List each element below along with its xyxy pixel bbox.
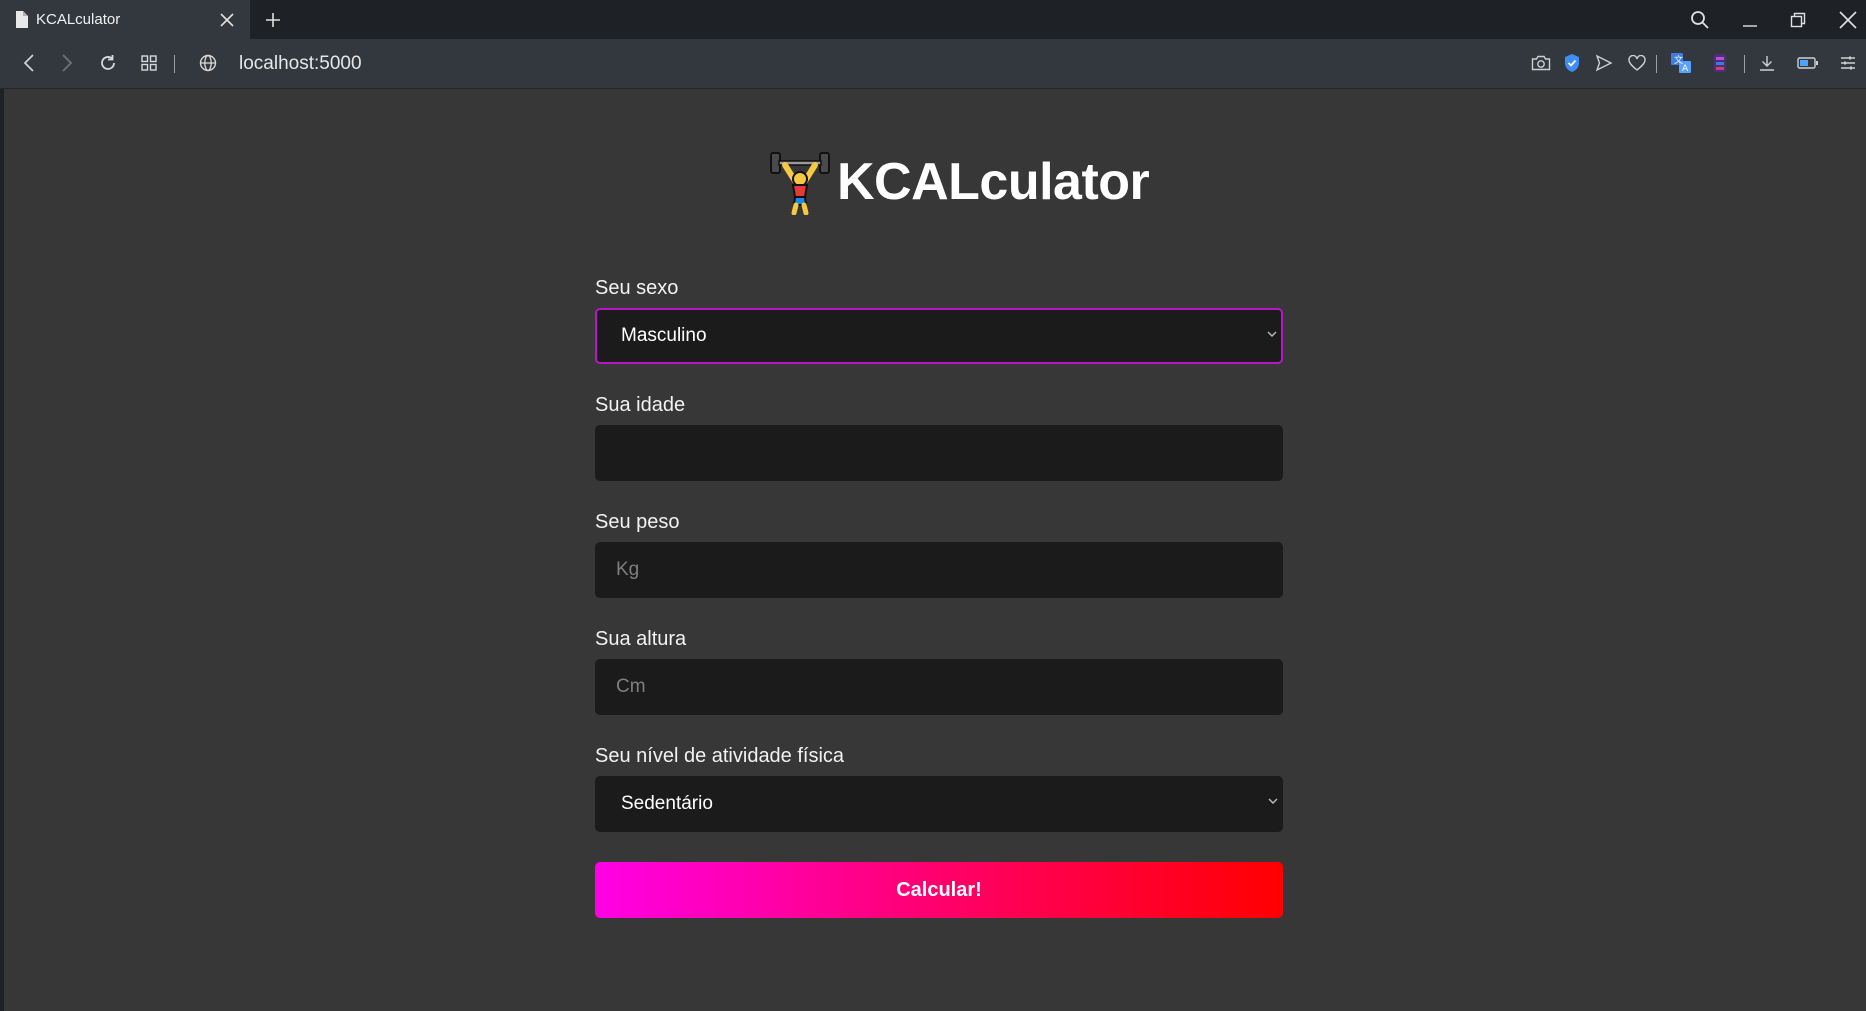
new-tab-icon[interactable]	[258, 5, 288, 35]
browser-tab-bar: KCALculator	[0, 0, 1866, 39]
activity-label: Seu nível de atividade física	[595, 745, 845, 767]
address-bar[interactable]: localhost:5000	[239, 53, 362, 75]
sex-label: Seu sexo	[595, 277, 679, 299]
search-tabs-icon[interactable]	[1677, 0, 1723, 39]
heart-icon[interactable]	[1622, 48, 1652, 78]
weight-label: Seu peso	[595, 511, 680, 533]
minimize-icon[interactable]	[1727, 0, 1773, 39]
svg-text:A: A	[1682, 64, 1689, 74]
toolbar-divider	[174, 55, 175, 73]
height-placeholder: Cm	[616, 676, 646, 697]
chevron-down-icon	[1267, 331, 1277, 337]
browser-toolbar: localhost:5000 文A	[0, 39, 1866, 89]
translate-icon[interactable]: 文A	[1666, 48, 1696, 78]
vpn-shield-icon[interactable]	[1557, 48, 1587, 78]
weight-placeholder: Kg	[616, 559, 640, 580]
page-icon	[15, 11, 28, 28]
kcal-form: Seu sexo Masculino Sua idade Seu peso Kg…	[595, 277, 1283, 918]
close-tab-icon[interactable]	[212, 5, 242, 35]
download-icon[interactable]	[1752, 48, 1782, 78]
calculate-button[interactable]: Calcular!	[595, 862, 1283, 918]
easy-setup-icon[interactable]	[1833, 48, 1863, 78]
extension-icon[interactable]	[1705, 48, 1735, 78]
weight-input[interactable]: Kg	[595, 542, 1283, 598]
sex-selected-value: Masculino	[621, 325, 707, 346]
toolbar-divider	[1656, 55, 1657, 73]
forward-icon[interactable]	[52, 48, 82, 78]
height-input[interactable]: Cm	[595, 659, 1283, 715]
restore-icon[interactable]	[1775, 0, 1821, 39]
height-label: Sua altura	[595, 628, 687, 650]
sex-select[interactable]: Masculino	[595, 308, 1283, 364]
app-header: KCALculator	[769, 149, 1150, 215]
app-title: KCALculator	[837, 153, 1150, 211]
chevron-down-icon	[1268, 798, 1278, 804]
send-icon[interactable]	[1589, 48, 1619, 78]
back-icon[interactable]	[14, 48, 44, 78]
tab-title: KCALculator	[36, 11, 121, 28]
close-window-icon[interactable]	[1825, 0, 1866, 39]
globe-icon[interactable]	[193, 48, 223, 78]
speed-dial-icon[interactable]	[134, 48, 164, 78]
battery-saver-icon[interactable]	[1793, 48, 1823, 78]
activity-selected-value: Sedentário	[621, 793, 713, 814]
activity-select[interactable]: Sedentário	[595, 776, 1283, 832]
age-input[interactable]	[595, 425, 1283, 481]
toolbar-divider	[1744, 55, 1745, 73]
reload-icon[interactable]	[93, 48, 123, 78]
weightlifter-icon	[770, 152, 830, 215]
age-label: Sua idade	[595, 394, 686, 416]
page-content: KCALculator Seu sexo Masculino Sua idade…	[4, 89, 1866, 1011]
camera-icon[interactable]	[1526, 48, 1556, 78]
browser-tab[interactable]: KCALculator	[0, 0, 250, 39]
